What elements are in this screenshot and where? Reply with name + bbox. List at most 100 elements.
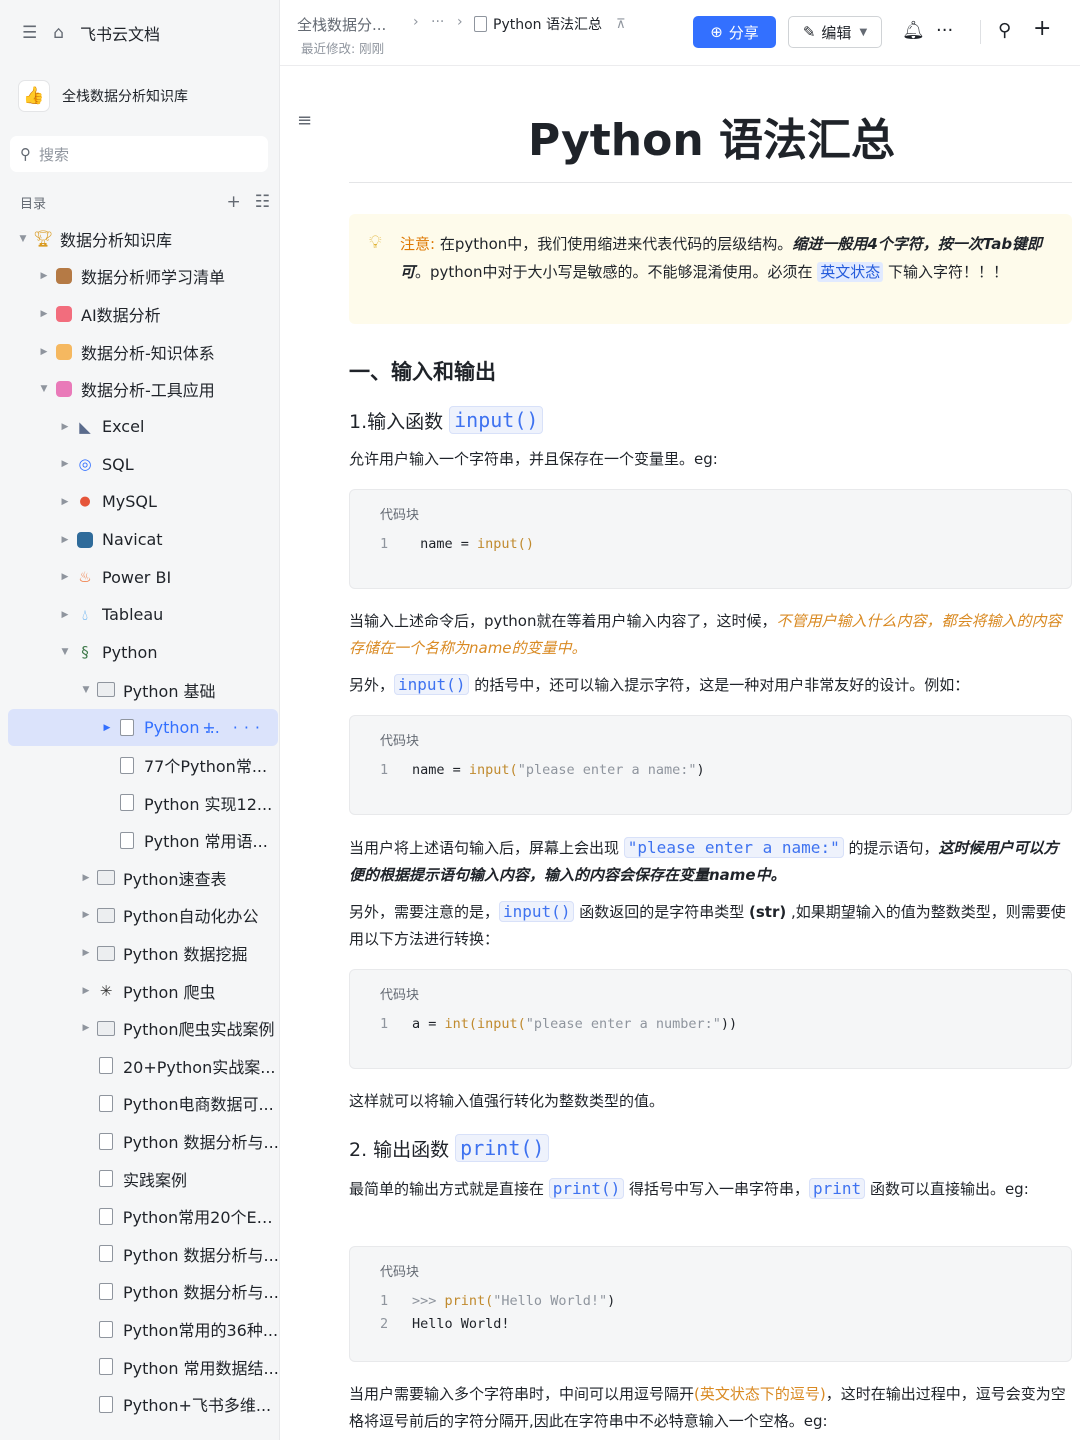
sidebar-tree-item[interactable]: ▶ Python ... + ···: [8, 708, 278, 747]
sidebar-tree-item[interactable]: Python 常用数据结...: [0, 1348, 279, 1386]
sidebar-tree-item[interactable]: ▶ Navicat: [0, 521, 279, 559]
book-icon: [53, 266, 75, 286]
last-modified: 最近修改: 刚刚: [301, 41, 385, 56]
caret-right-icon[interactable]: ▶: [79, 910, 93, 920]
sidebar-tree-item[interactable]: 77个Python常...: [0, 746, 279, 784]
text-run: 另外，: [349, 676, 395, 694]
caret-down-icon[interactable]: ▼: [58, 647, 72, 657]
sidebar-tree-item-label: 数据分析-工具应用: [81, 381, 215, 401]
sidebar-tree-item[interactable]: ▶ ✳ Python 爬虫: [0, 972, 279, 1010]
sidebar-tree-item[interactable]: Python 实现12...: [0, 784, 279, 822]
caret-right-icon[interactable]: ▶: [58, 422, 72, 432]
search-icon[interactable]: ⚲: [998, 20, 1011, 41]
callout-block[interactable]: 💡︎ 注意: 在python中，我们使用缩进来代表代码的层级结构。缩进一般用4个…: [349, 214, 1072, 324]
inline-code: print(): [455, 1134, 550, 1162]
sidebar-tree-item[interactable]: ▶ ● MySQL: [0, 483, 279, 521]
sidebar-tree-item[interactable]: Python 数据分析与...: [0, 1235, 279, 1273]
caret-right-icon[interactable]: ▶: [37, 309, 51, 319]
breadcrumb-current-doc[interactable]: Python 语法汇总 ⊼: [474, 14, 626, 34]
breadcrumb-more[interactable]: ···: [431, 14, 444, 30]
sidebar-tree-item[interactable]: 20+Python实战案...: [0, 1047, 279, 1085]
sidebar-tree-item[interactable]: 实践案例: [0, 1160, 279, 1198]
caret-right-icon[interactable]: ▶: [58, 497, 72, 507]
doc-title[interactable]: Python 语法汇总: [349, 104, 1074, 168]
sidebar-tree-item[interactable]: ▼ 🏆︎ 数据分析知识库: [0, 220, 279, 258]
sidebar-tree-item[interactable]: Python电商数据可...: [0, 1085, 279, 1123]
breadcrumb-doc-title: Python 语法汇总: [493, 17, 602, 33]
sidebar-search[interactable]: ⚲ 搜索: [10, 136, 268, 172]
title-divider: [349, 182, 1072, 183]
sidebar-tree-item[interactable]: ▶ AI数据分析: [0, 295, 279, 333]
bell-icon[interactable]: 🔔︎: [902, 20, 925, 41]
caret-right-icon[interactable]: ▶: [37, 347, 51, 357]
code-block[interactable]: 代码块 1 a = int(input("please enter a numbe…: [349, 969, 1072, 1069]
toc-list-icon[interactable]: ☷: [255, 192, 270, 212]
sidebar-tree-item-label: Python 基础: [123, 681, 216, 701]
code-block[interactable]: 代码块 1 name = input("please enter a name:"…: [349, 715, 1072, 815]
text-run: 的括号中，还可以输入提示字符，这是一种对用户非常友好的设计。例如：: [469, 676, 970, 694]
home-icon[interactable]: ⌂: [53, 23, 64, 43]
caret-right-icon[interactable]: ▶: [79, 986, 93, 996]
sidebar-tree-item[interactable]: ▶ Python自动化办公: [0, 897, 279, 935]
breadcrumb-space[interactable]: 全栈数据分...: [297, 14, 386, 35]
caret-right-icon[interactable]: ▶: [37, 271, 51, 281]
heading-io: 一、输入和输出: [349, 360, 496, 384]
sidebar-tree-item[interactable]: Python+飞书多维...: [0, 1385, 279, 1423]
tree-item-actions[interactable]: + ···: [202, 718, 266, 737]
sidebar-tree-item[interactable]: ▶ ♨ Power BI: [0, 558, 279, 596]
doc-icon: [95, 1131, 117, 1151]
caret-right-icon[interactable]: ▶: [79, 948, 93, 958]
caret-right-icon[interactable]: ▶: [79, 873, 93, 883]
caret-right-icon[interactable]: ▶: [58, 572, 72, 582]
sidebar-tree-item-label: Python 常用语...: [144, 832, 268, 852]
sidebar-tree-item[interactable]: ▶ 数据分析-知识体系: [0, 333, 279, 371]
sidebar-tree-item[interactable]: Python 常用语...: [0, 822, 279, 860]
sidebar-tree-item[interactable]: Python常用20个Ex...: [0, 1197, 279, 1235]
sidebar-tree-item-label: Python 数据分析与...: [123, 1245, 279, 1265]
sidebar-tree-item[interactable]: ▶ Python速查表: [0, 859, 279, 897]
sidebar-tree-item[interactable]: ▶ 数据分析师学习清单: [0, 258, 279, 296]
caret-down-icon[interactable]: ▼: [37, 384, 51, 394]
chevron-down-icon: ▼: [859, 26, 868, 38]
edit-mode-button[interactable]: ✎ 编辑 ▼: [788, 16, 882, 48]
caret-down-icon[interactable]: ▼: [16, 234, 30, 244]
fire-icon: ♨: [78, 568, 92, 587]
add-page-icon[interactable]: +: [227, 192, 241, 212]
sidebar-tree-item[interactable]: ▼ 数据分析-工具应用: [0, 370, 279, 408]
caret-right-icon[interactable]: ▶: [58, 610, 72, 620]
outline-icon[interactable]: ≡: [297, 110, 312, 131]
sidebar-tree-item[interactable]: Python常用的36种...: [0, 1310, 279, 1348]
sidebar-tree-item-label: Python 数据分析与...: [123, 1133, 279, 1153]
inline-code: input(): [449, 406, 544, 434]
code-block[interactable]: 代码块 1 name = input(): [349, 489, 1072, 589]
doc-icon: [95, 1319, 117, 1339]
collapse-sidebar-icon[interactable]: ☰: [22, 23, 37, 43]
caret-right-icon[interactable]: ▶: [58, 535, 72, 545]
inline-code: print: [809, 1178, 866, 1199]
caret-right-icon[interactable]: ▶: [58, 459, 72, 469]
sidebar-tree-item[interactable]: ▶ Python爬虫实战案例: [0, 1009, 279, 1047]
sidebar-tree-item[interactable]: ▶ ◣ Excel: [0, 408, 279, 446]
search-placeholder: 搜索: [39, 145, 70, 164]
sidebar-tree-item[interactable]: ▶ 💧︎ Tableau: [0, 596, 279, 634]
pin-icon[interactable]: ⊼: [616, 17, 626, 32]
knowledge-space[interactable]: 👍 全栈数据分析知识库: [18, 78, 268, 114]
more-options-icon[interactable]: ···: [936, 20, 953, 41]
sidebar-tree-item[interactable]: ▼ § Python: [0, 634, 279, 672]
sidebar-tree-item[interactable]: Python 数据分析与...: [0, 1122, 279, 1160]
caret-right-icon[interactable]: ▶: [100, 723, 114, 733]
paragraph: 允许用户输入一个字符串，并且保存在一个变量里。eg:: [349, 450, 718, 468]
sidebar-tree-item[interactable]: Python 数据分析与...: [0, 1273, 279, 1311]
paragraph: 另外， input() 的括号中，还可以输入提示字符，这是一种对用户非常友好的设计…: [349, 671, 1072, 699]
code-block[interactable]: 代码块 1 >>> print("Hello World!") 2 Hello Wo…: [349, 1246, 1072, 1362]
brand-name[interactable]: 飞书云文档: [80, 21, 160, 45]
sidebar-tree-item[interactable]: ▼ Python 基础: [0, 671, 279, 709]
share-button[interactable]: ⊕ 分享: [693, 16, 776, 48]
sidebar-tree-item[interactable]: ▶ ◎ SQL: [0, 446, 279, 484]
sidebar-tree-item[interactable]: ▶ Python 数据挖掘: [0, 934, 279, 972]
space-name: 全栈数据分析知识库: [62, 89, 188, 105]
caret-down-icon[interactable]: ▼: [79, 685, 93, 695]
caret-right-icon[interactable]: ▶: [79, 1023, 93, 1033]
code-token: int(input(: [444, 1016, 526, 1032]
add-icon[interactable]: +: [1033, 16, 1051, 41]
